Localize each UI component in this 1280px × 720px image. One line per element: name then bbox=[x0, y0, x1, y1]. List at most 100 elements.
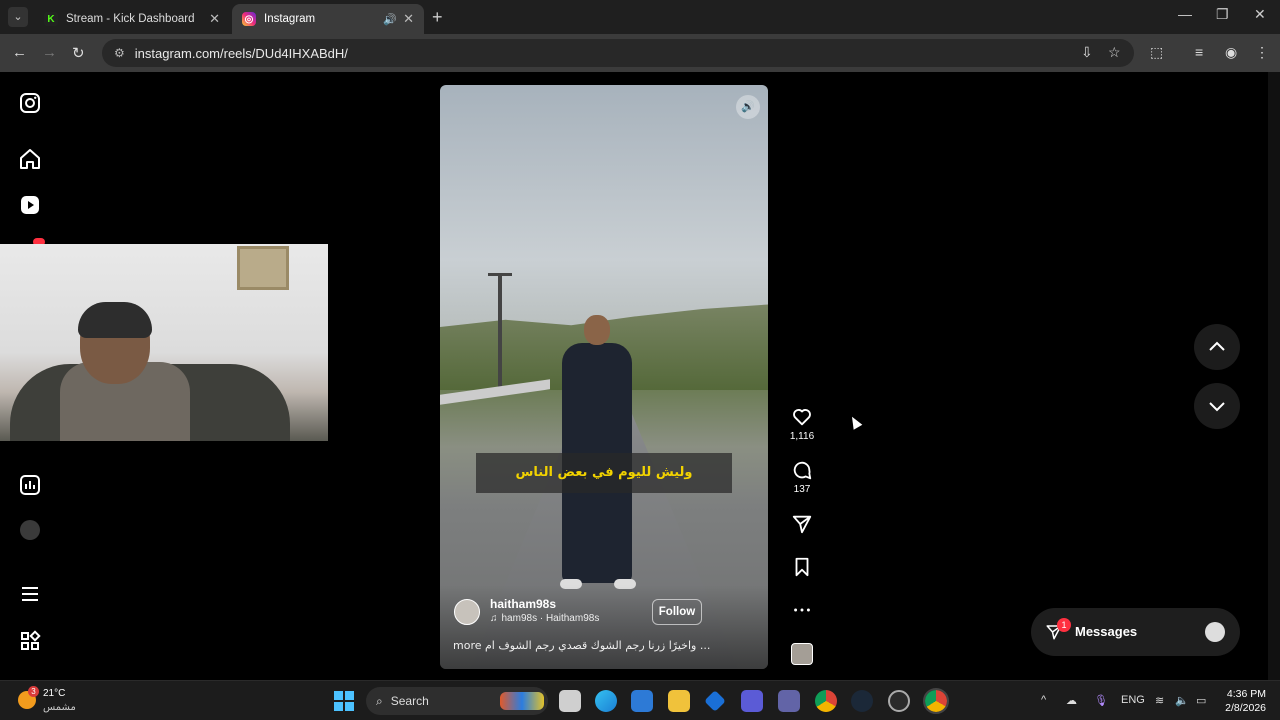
windows-taskbar: 3 21°C مشمس ⌕ Search ^ ☁ 🎙 ENG ≋ 🔈 ▭ 4:3… bbox=[0, 680, 1280, 720]
previous-reel-button[interactable] bbox=[1194, 324, 1240, 370]
author-avatar[interactable] bbox=[454, 599, 480, 625]
message-avatar bbox=[1205, 622, 1225, 642]
edge-icon[interactable] bbox=[595, 690, 617, 712]
media-controls-icon[interactable]: ≡ bbox=[1195, 44, 1203, 60]
microphone-icon[interactable]: 🎙 bbox=[1094, 694, 1108, 707]
weather-badge: 3 bbox=[28, 686, 39, 697]
share-icon[interactable] bbox=[791, 513, 813, 535]
new-tab-button[interactable]: + bbox=[432, 7, 443, 27]
browser-tab-bar: ⌄ K Stream - Kick Dashboard ✕ ◎ Instagra… bbox=[0, 0, 1280, 34]
obs-icon[interactable] bbox=[888, 690, 910, 712]
chrome-profile-icon[interactable] bbox=[923, 688, 949, 714]
back-icon[interactable]: ← bbox=[12, 44, 27, 61]
weather-temperature[interactable]: 21°C bbox=[43, 688, 65, 699]
close-tab-icon[interactable]: ✕ bbox=[209, 11, 220, 27]
menu-icon[interactable] bbox=[18, 582, 42, 606]
wifi-icon[interactable]: ≋ bbox=[1155, 694, 1164, 707]
audio-thumbnail[interactable] bbox=[791, 643, 813, 665]
teams-icon[interactable] bbox=[778, 690, 800, 712]
audio-track-label: ham98s · Haitham98s bbox=[501, 613, 600, 624]
forward-icon[interactable]: → bbox=[42, 44, 57, 61]
instagram-icon: ◎ bbox=[242, 12, 256, 26]
messages-button[interactable]: 1 Messages bbox=[1031, 608, 1240, 656]
search-highlight-image bbox=[500, 692, 544, 710]
bookmark-star-icon[interactable]: ☆ bbox=[1108, 44, 1121, 61]
messages-label: Messages bbox=[1075, 624, 1138, 639]
audio-track[interactable]: ♫ ham98s · Haitham98s bbox=[490, 613, 599, 624]
reel-video[interactable]: 🔊 وليش لليوم في بعض الناس haitham98s ♫ h… bbox=[440, 85, 768, 669]
mouse-cursor bbox=[847, 414, 863, 430]
kick-icon: K bbox=[44, 12, 58, 26]
clock[interactable]: 4:36 PM 2/8/2026 bbox=[1222, 687, 1266, 715]
reels-icon[interactable] bbox=[18, 193, 42, 217]
instagram-logo-icon[interactable] bbox=[18, 91, 42, 115]
like-count: 1,116 bbox=[789, 431, 815, 442]
language-indicator[interactable]: ENG bbox=[1121, 694, 1145, 706]
profile-icon[interactable]: ◉ bbox=[1225, 44, 1237, 61]
weather-condition[interactable]: مشمس bbox=[43, 702, 76, 713]
taskbar-search[interactable]: ⌕ Search bbox=[366, 687, 548, 715]
comment-count: 137 bbox=[793, 484, 811, 495]
search-label: Search bbox=[390, 694, 429, 708]
speaker-icon[interactable]: 🔈 bbox=[1175, 694, 1189, 707]
next-reel-button[interactable] bbox=[1194, 383, 1240, 429]
reel-actions: 1,116 137 bbox=[784, 72, 820, 680]
store-icon[interactable] bbox=[631, 690, 653, 712]
minimize-icon[interactable]: — bbox=[1178, 6, 1192, 22]
webcam-overlay bbox=[0, 244, 328, 441]
show-hidden-icons[interactable]: ^ bbox=[1041, 694, 1046, 706]
follow-button[interactable]: Follow bbox=[652, 599, 702, 625]
site-info-icon[interactable]: ⚙ bbox=[114, 46, 125, 60]
messages-badge: 1 bbox=[1057, 618, 1071, 632]
chevron-down-icon bbox=[1209, 402, 1225, 412]
reload-icon[interactable]: ↻ bbox=[72, 44, 85, 62]
jira-icon[interactable] bbox=[704, 690, 726, 712]
more-link[interactable]: more bbox=[453, 639, 482, 652]
page-scrollbar[interactable] bbox=[1268, 72, 1280, 680]
tab-title: Stream - Kick Dashboard bbox=[66, 13, 195, 25]
like-heart-icon[interactable] bbox=[791, 406, 813, 428]
save-bookmark-icon[interactable] bbox=[791, 556, 813, 578]
vpn-icon[interactable] bbox=[741, 690, 763, 712]
address-bar[interactable]: ⚙ instagram.com/reels/DUd4IHXABdH/ bbox=[102, 39, 1134, 67]
chrome-menu-icon[interactable]: ⋮ bbox=[1255, 44, 1269, 61]
close-window-icon[interactable]: ✕ bbox=[1254, 6, 1266, 23]
install-app-icon[interactable]: ⇩ bbox=[1081, 44, 1093, 61]
steam-icon[interactable] bbox=[851, 690, 873, 712]
restore-icon[interactable]: ❐ bbox=[1216, 6, 1229, 23]
dashboard-icon[interactable] bbox=[18, 473, 42, 497]
tab-instagram[interactable]: ◎ Instagram 🔊 ✕ bbox=[232, 4, 424, 34]
profile-avatar[interactable] bbox=[20, 520, 40, 540]
tab-kick-dashboard[interactable]: K Stream - Kick Dashboard ✕ bbox=[34, 4, 230, 34]
wall-picture bbox=[237, 246, 289, 290]
extensions-icon[interactable]: ⬚ bbox=[1150, 44, 1163, 61]
clock-time: 4:36 PM bbox=[1226, 688, 1266, 700]
comment-icon[interactable] bbox=[791, 459, 813, 481]
description-text: واخيرًا زرنا رجم الشوك قصدي رجم الشوف ام… bbox=[485, 639, 711, 652]
video-caption: وليش لليوم في بعض الناس bbox=[476, 453, 732, 493]
author-username[interactable]: haitham98s bbox=[490, 597, 556, 611]
home-icon[interactable] bbox=[18, 147, 42, 171]
tab-search-button[interactable]: ⌄ bbox=[8, 7, 28, 27]
audio-playing-icon[interactable]: 🔊 bbox=[383, 13, 397, 26]
chrome-icon[interactable] bbox=[815, 690, 837, 712]
power-pole bbox=[498, 275, 502, 395]
browser-toolbar: ← → ↻ ⚙ instagram.com/reels/DUd4IHXABdH/… bbox=[0, 34, 1280, 72]
reel-description[interactable]: more واخيرًا زرنا رجم الشوك قصدي رجم الش… bbox=[453, 639, 753, 652]
man-head bbox=[584, 315, 610, 345]
more-apps-icon[interactable] bbox=[18, 629, 42, 653]
person-beanie bbox=[78, 302, 152, 338]
file-explorer-icon[interactable] bbox=[668, 690, 690, 712]
battery-icon[interactable]: ▭ bbox=[1196, 694, 1206, 707]
search-icon: ⌕ bbox=[376, 693, 383, 708]
more-options-icon[interactable] bbox=[791, 599, 813, 621]
onedrive-icon[interactable]: ☁ bbox=[1066, 694, 1077, 707]
task-view-icon[interactable] bbox=[559, 690, 581, 712]
power-pole-crossbar bbox=[488, 273, 512, 276]
volume-icon[interactable]: 🔊 bbox=[736, 95, 760, 119]
tab-title: Instagram bbox=[264, 13, 316, 25]
music-note-icon: ♫ bbox=[490, 613, 498, 624]
clock-date: 2/8/2026 bbox=[1225, 702, 1266, 714]
start-button[interactable] bbox=[334, 691, 354, 711]
close-tab-icon[interactable]: ✕ bbox=[403, 11, 414, 27]
